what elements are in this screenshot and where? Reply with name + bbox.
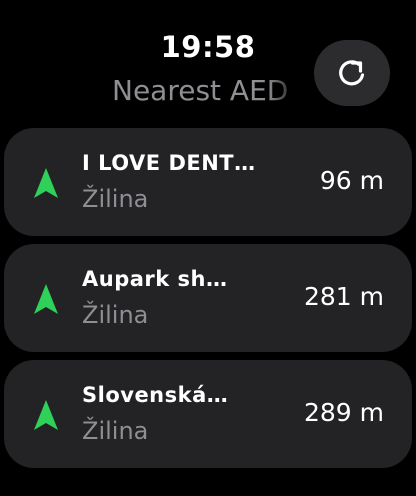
location-city: Žilina — [82, 301, 149, 329]
navigation-arrow-icon — [34, 400, 58, 430]
location-name: Slovenská… — [82, 383, 229, 407]
location-name: I LOVE DENT… — [82, 151, 256, 175]
navigation-arrow-icon — [34, 168, 58, 198]
location-distance: 281 m — [303, 282, 384, 311]
location-name: Aupark sh… — [82, 267, 228, 291]
list-item[interactable]: Aupark sh… Žilina 281 m — [4, 244, 412, 352]
location-city: Žilina — [82, 185, 149, 213]
refresh-button[interactable] — [314, 40, 390, 106]
list-item[interactable]: Slovenská… Žilina 289 m — [4, 360, 412, 468]
list-item[interactable]: I LOVE DENT… Žilina 96 m — [4, 128, 412, 236]
location-distance: 289 m — [303, 398, 384, 427]
location-city: Žilina — [82, 417, 149, 445]
navigation-arrow-icon — [34, 284, 58, 314]
page-title: Nearest AED — [112, 74, 289, 107]
refresh-icon — [339, 60, 365, 86]
location-distance: 96 m — [319, 166, 384, 195]
